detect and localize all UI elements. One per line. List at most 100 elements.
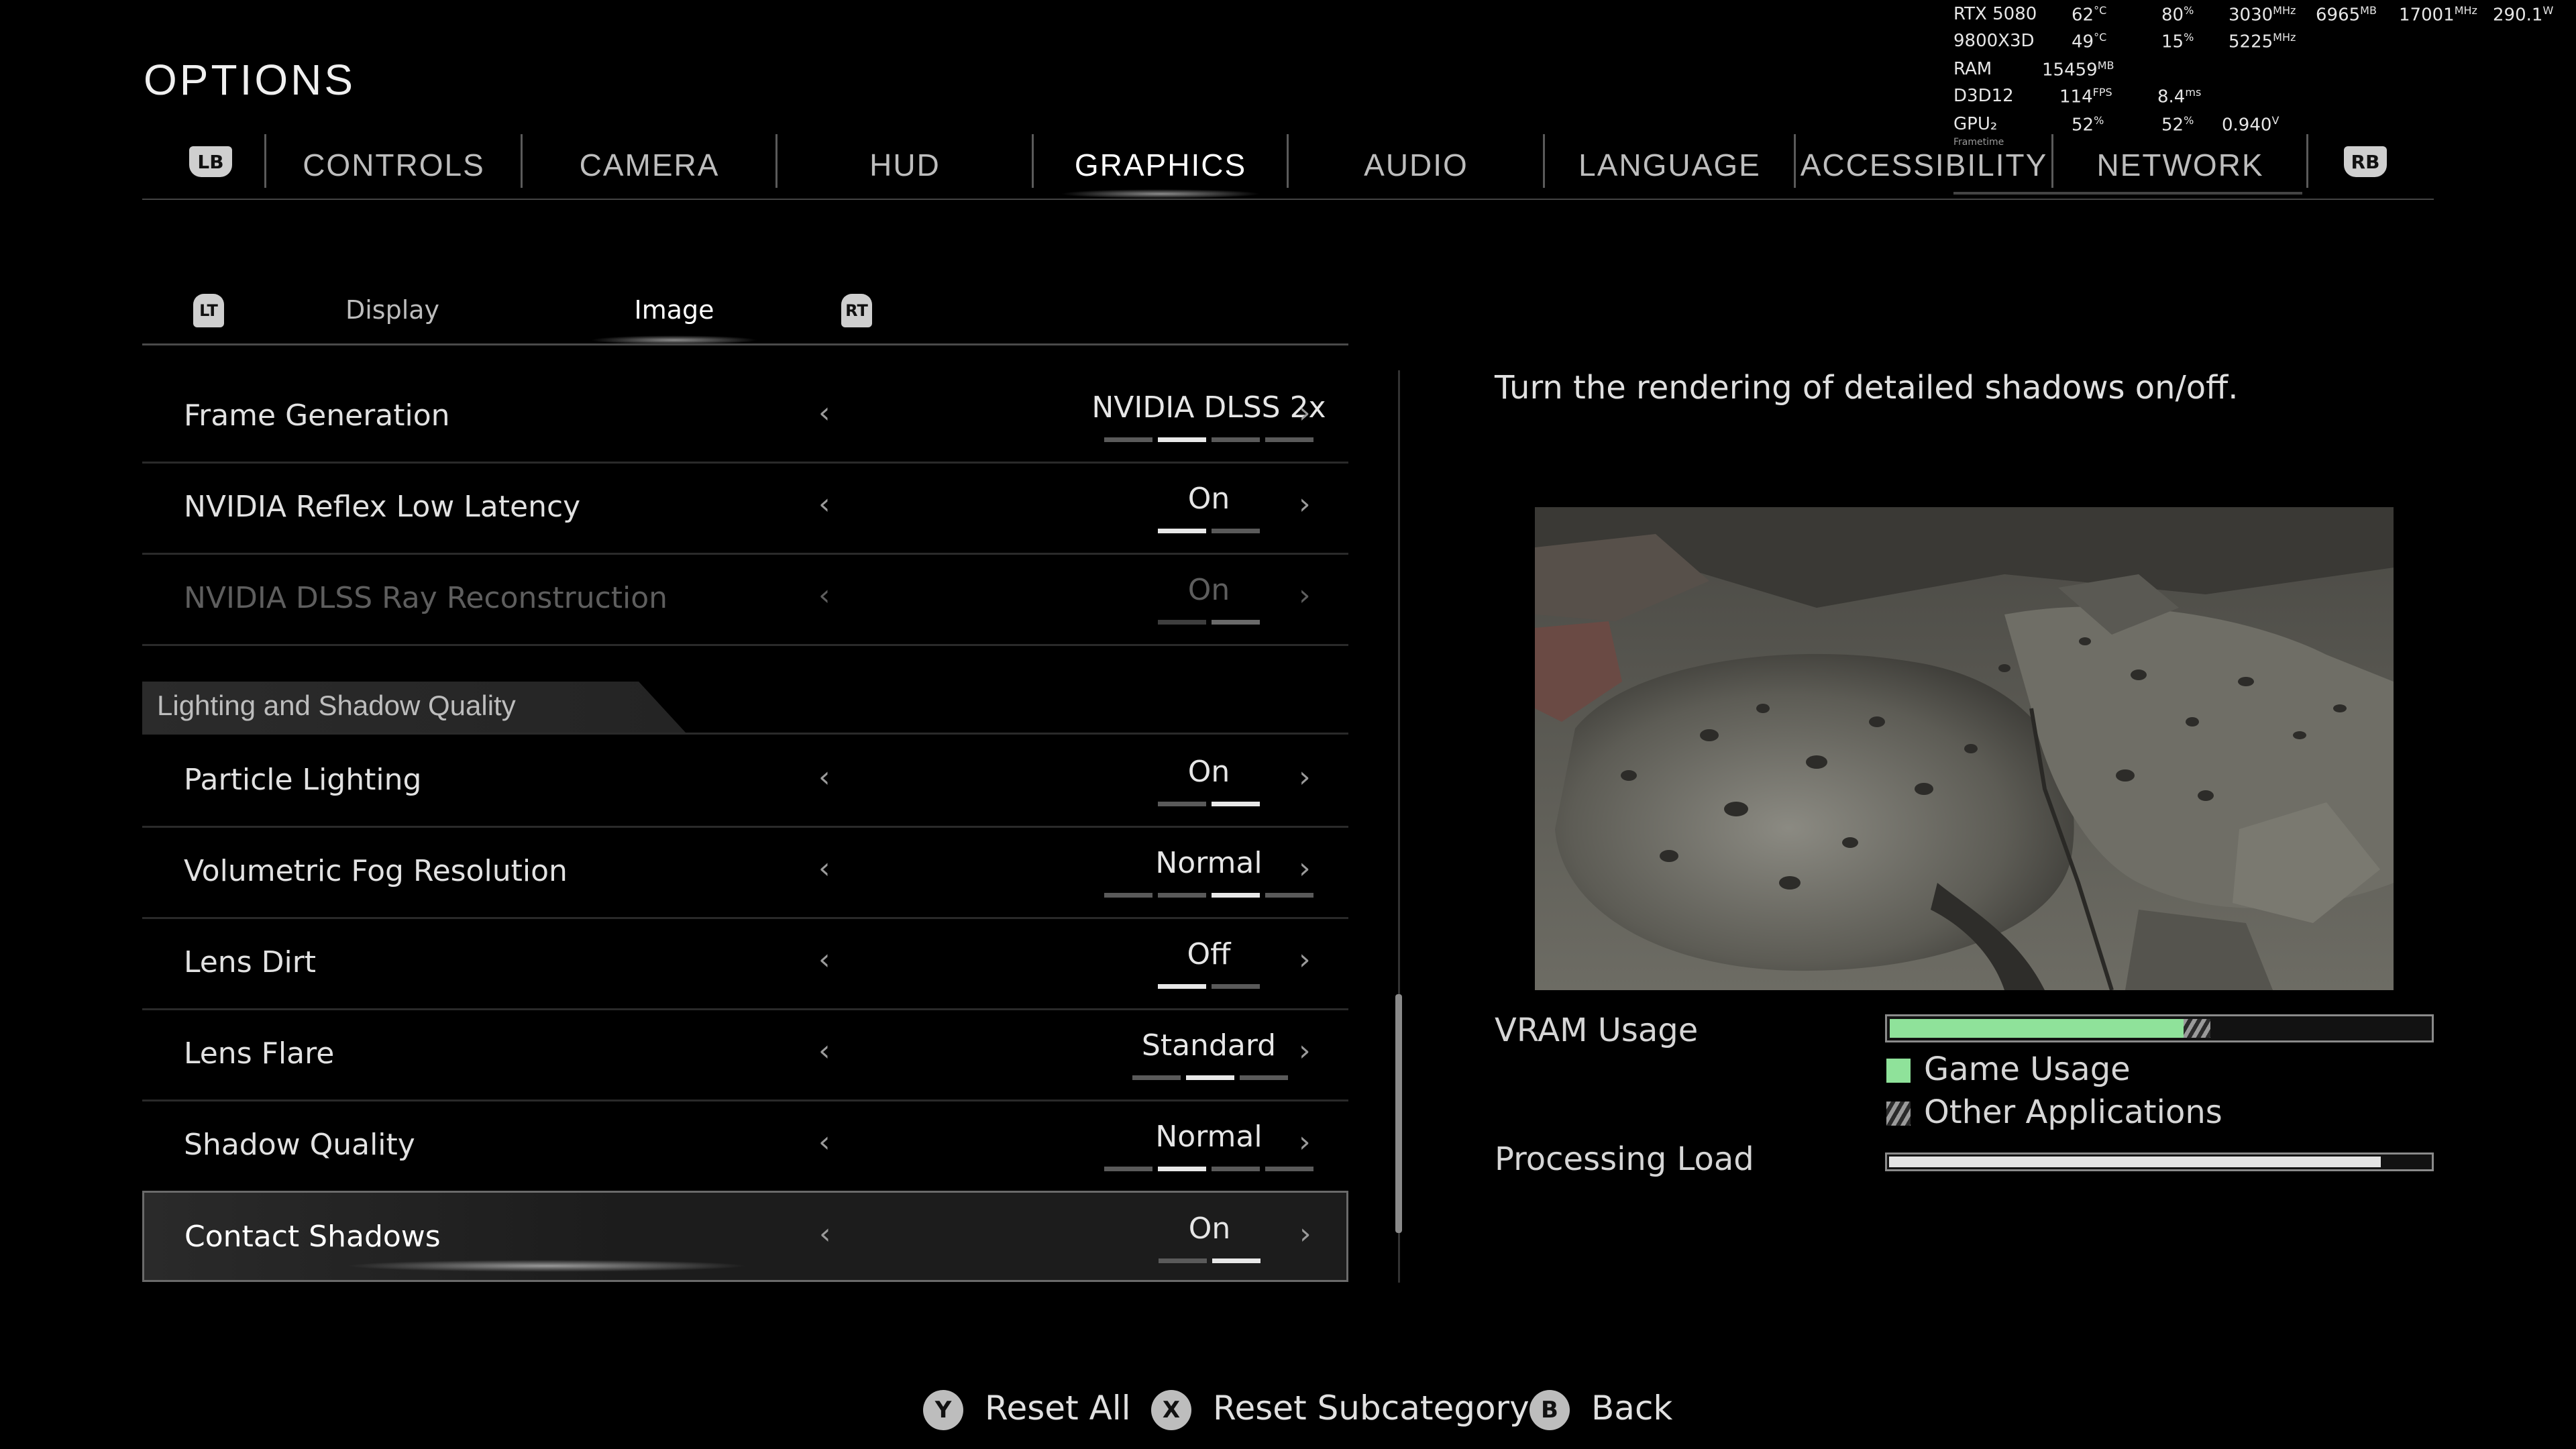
option-segment [1240,1075,1288,1080]
scrollbar-thumb[interactable] [1395,994,1402,1233]
option-segment [1265,437,1313,442]
overlay-cpu-name: 9800X3D [1953,31,2035,51]
tab-accessibility[interactable]: ACCESSIBILITY [1796,131,2051,199]
tab-controls[interactable]: CONTROLS [267,131,521,199]
overlay-power: 290.1W [2493,4,2554,25]
chevron-left-icon[interactable]: ‹ [819,1217,831,1251]
overlay-cpu-temp: 49°C [2072,31,2107,52]
b-button-icon[interactable]: B [1529,1390,1570,1430]
vram-other-fill [2184,1019,2210,1038]
section-header-label: Lighting and Shadow Quality [157,690,516,721]
option-indicator [1159,1258,1260,1263]
tab-divider [1543,134,1545,188]
game-usage-swatch [1886,1059,1911,1083]
page-title: OPTIONS [144,56,356,104]
chevron-left-icon[interactable]: ‹ [818,396,830,430]
option-segment [1132,1075,1181,1080]
setting-row-contact-shadows[interactable]: Contact Shadows ‹ On › [142,1191,1348,1282]
tab-divider [1794,134,1796,188]
chevron-right-icon[interactable]: › [1299,487,1311,521]
rb-bumper-icon[interactable]: RB [2344,146,2387,177]
chevron-right-icon[interactable]: › [1299,943,1311,977]
setting-label: Lens Dirt [184,945,317,979]
setting-row-nvidia-reflex[interactable]: NVIDIA Reflex Low Latency ‹ On › [142,462,1348,555]
vram-usage-label: VRAM Usage [1495,1012,1699,1049]
setting-value: Off [1187,937,1231,971]
setting-value: On [1187,482,1230,516]
reset-all-button[interactable]: Reset All [985,1389,1131,1428]
overlay-fps: 114FPS [2059,86,2112,107]
setting-label: NVIDIA Reflex Low Latency [184,490,581,524]
option-segment [1212,802,1260,806]
option-segment [1158,1167,1206,1171]
setting-row-frame-generation[interactable]: Frame Generation ‹ NVIDIA DLSS 2x › [142,370,1348,464]
processing-load-fill [1889,1157,2381,1167]
chevron-right-icon[interactable]: › [1299,851,1311,885]
chevron-left-icon[interactable]: ‹ [818,943,830,977]
setting-row-lens-flare[interactable]: Lens Flare ‹ Standard › [142,1008,1348,1102]
setting-row-shadow-quality[interactable]: Shadow Quality ‹ Normal › [142,1099,1348,1193]
tab-hud[interactable]: HUD [778,131,1032,199]
setting-row-dlss-ray-reconstruction: NVIDIA DLSS Ray Reconstruction ‹ On › [142,553,1348,646]
x-button-icon[interactable]: X [1151,1390,1191,1430]
setting-value: On [1187,573,1230,607]
tab-divider [2051,134,2053,188]
chevron-left-icon[interactable]: ‹ [818,851,830,885]
rt-trigger-icon[interactable]: RT [841,294,872,327]
subnav-divider [142,343,1348,345]
option-segment [1158,437,1206,442]
option-segment [1158,802,1206,806]
tab-language[interactable]: LANGUAGE [1546,131,1794,199]
back-button[interactable]: Back [1591,1389,1672,1428]
setting-row-particle-lighting[interactable]: Particle Lighting ‹ On › [142,735,1348,828]
option-segment [1158,984,1206,989]
tab-network[interactable]: NETWORK [2054,131,2306,199]
option-segment [1159,1258,1207,1263]
subtab-display[interactable]: Display [322,290,463,330]
setting-value: Standard [1141,1028,1277,1063]
processing-load-label: Processing Load [1495,1140,1754,1178]
setting-label: Particle Lighting [184,763,422,797]
setting-row-volumetric-fog[interactable]: Volumetric Fog Resolution ‹ Normal › [142,826,1348,919]
option-segment [1158,620,1206,625]
lt-trigger-icon[interactable]: LT [193,294,224,327]
setting-value: Normal [1155,846,1263,880]
chevron-right-icon[interactable]: › [1299,1125,1311,1159]
setting-row-lens-dirt[interactable]: Lens Dirt ‹ Off › [142,917,1348,1010]
overlay-api-label: D3D12 [1953,86,2014,106]
tab-audio[interactable]: AUDIO [1289,131,1543,199]
tab-divider [1032,134,1034,188]
option-indicator [1158,802,1260,806]
chevron-right-icon[interactable]: › [1299,1217,1311,1251]
chevron-left-icon[interactable]: ‹ [818,1034,830,1068]
overlay-ram-label: RAM [1953,59,1992,79]
chevron-left-icon[interactable]: ‹ [818,760,830,794]
reset-subcategory-button[interactable]: Reset Subcategory [1213,1389,1529,1428]
lb-bumper-icon[interactable]: LB [189,146,232,177]
tab-graphics[interactable]: GRAPHICS [1034,131,1287,199]
tab-camera[interactable]: CAMERA [523,131,775,199]
overlay-cpu-load: 15% [2161,31,2194,52]
setting-label: Contact Shadows [184,1220,441,1254]
overlay-gpu-temp: 62°C [2072,4,2107,25]
setting-label: Frame Generation [184,398,450,433]
chevron-left-icon[interactable]: ‹ [818,487,830,521]
option-segment [1104,437,1152,442]
option-segment [1212,437,1260,442]
tab-divider [775,134,777,188]
game-usage-legend: Game Usage [1924,1051,2131,1088]
overlay-gpu-name: RTX 5080 [1953,4,2037,24]
subtab-image[interactable]: Image [604,290,745,330]
overlay-frametime: 8.4ms [2157,86,2202,107]
chevron-left-icon[interactable]: ‹ [818,1125,830,1159]
option-segment [1265,1167,1313,1171]
overlay-cpu-clock: 5225MHz [2229,31,2296,52]
option-segment [1212,529,1260,533]
other-apps-swatch [1886,1102,1911,1126]
option-segment [1265,893,1313,898]
chevron-right-icon[interactable]: › [1299,396,1311,430]
option-indicator [1158,529,1260,533]
chevron-right-icon[interactable]: › [1299,760,1311,794]
y-button-icon[interactable]: Y [923,1390,963,1430]
chevron-right-icon[interactable]: › [1299,1034,1311,1068]
